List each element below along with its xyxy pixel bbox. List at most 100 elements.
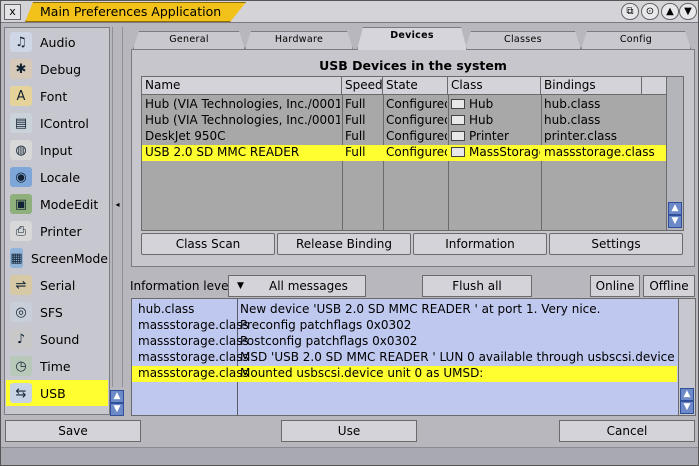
flush-messages-button[interactable]: Flush all messages (422, 275, 532, 313)
scroll-up-button[interactable]: ▲ (668, 202, 682, 215)
log-scroll-down-button[interactable]: ▼ (680, 401, 694, 414)
log-message: MSD 'USB 2.0 SD MMC READER ' LUN 0 avail… (240, 350, 676, 364)
sidebar-item-time[interactable]: ◷ Time (6, 353, 108, 379)
sidebar-scroll-up-button[interactable]: ▲ (110, 390, 124, 403)
col-header-class[interactable]: Class (448, 77, 541, 95)
tab-classes[interactable]: Classes (465, 31, 581, 49)
sidebar-item-screenmode[interactable]: ▦ ScreenMode (6, 245, 108, 271)
usb-icon: ⇆ (10, 383, 32, 403)
device-cell-class: Hub (448, 97, 540, 113)
settings-button[interactable]: Settings (549, 233, 683, 255)
log-scrollbar[interactable]: ▲ ▼ (678, 299, 695, 415)
log-row[interactable]: hub.class New device 'USB 2.0 SD MMC READ… (132, 302, 677, 318)
sidebar-item-serial[interactable]: ⇌ Serial (6, 272, 108, 298)
serial-icon: ⇌ (10, 275, 32, 295)
sidebar-item-input[interactable]: ◍ Input (6, 137, 108, 163)
device-cell-binding: hub.class (544, 97, 601, 111)
col-header-speed[interactable]: Speed (342, 77, 383, 95)
sidebar-item-locale[interactable]: ◉ Locale (6, 164, 108, 190)
device-row[interactable]: Hub (VIA Technologies, Inc./0001) Full Con… (142, 97, 667, 113)
release-binding-button[interactable]: Release Binding (277, 233, 411, 255)
sidebar-item-audio[interactable]: ♫ Audio (6, 29, 108, 55)
device-cell-name: DeskJet 950C (145, 129, 226, 143)
font-icon: A (10, 86, 32, 106)
monitor-icon: ▣ (10, 194, 32, 214)
information-level-select[interactable]: ▼ All messages (228, 275, 366, 297)
device-table-scrollbar[interactable]: ▲ ▼ (666, 77, 683, 230)
sidebar-item-modeedit[interactable]: ▣ ModeEdit (6, 191, 108, 217)
save-button[interactable]: Save (5, 420, 141, 442)
zoom-icon[interactable]: ▲ (661, 3, 679, 20)
sidebar-scroll-down-button[interactable]: ▼ (110, 403, 124, 416)
device-cell-class: MassStorage (448, 145, 540, 161)
offline-button[interactable]: Offline (643, 275, 695, 297)
device-cell-class: Hub (448, 113, 540, 129)
col-header-state[interactable]: State (383, 77, 448, 95)
depth-icon[interactable]: ▼ (679, 3, 697, 20)
tab-hardware[interactable]: Hardware (245, 31, 353, 49)
use-button[interactable]: Use (281, 420, 417, 442)
iconify-icon[interactable]: ⊙ (641, 3, 659, 20)
col-header-name[interactable]: Name (142, 77, 342, 95)
device-row[interactable]: USB 2.0 SD MMC READER Full Configured MassS… (142, 145, 667, 161)
audio-icon: ♫ (10, 32, 32, 52)
sidebar-item-label: IControl (40, 115, 89, 131)
sidebar-item-font[interactable]: A Font (6, 83, 108, 109)
printer-class-icon (451, 131, 465, 141)
col-header-bindings[interactable]: Bindings (541, 77, 642, 95)
online-button[interactable]: Online (590, 275, 640, 297)
device-cell-speed: Full (345, 97, 366, 111)
sidebar-item-sound[interactable]: ♪ Sound (6, 326, 108, 352)
device-cell-state: Configured (386, 129, 447, 143)
log-row[interactable]: massstorage.class Mounted usbscsi.device … (132, 366, 677, 382)
tab-general[interactable]: General (133, 31, 245, 49)
device-cell-binding: printer.class (544, 129, 618, 143)
scroll-down-button[interactable]: ▼ (668, 215, 682, 228)
sidebar-item-icontrol[interactable]: ▤ IControl (6, 110, 108, 136)
sidebar-item-printer[interactable]: ⎙ Printer (6, 218, 108, 244)
device-table[interactable]: Name Speed State Class Bindings Hub (VIA… (141, 76, 684, 231)
log-message: New device 'USB 2.0 SD MMC READER ' at p… (240, 302, 601, 316)
sidebar-item-debug[interactable]: ✱ Debug (6, 56, 108, 82)
cancel-button[interactable]: Cancel (559, 420, 695, 442)
log-row[interactable]: massstorage.class MSD 'USB 2.0 SD MMC REA… (132, 350, 677, 366)
log-message: Mounted usbscsi.device unit 0 as UMSD: (240, 366, 484, 380)
device-cell-speed: Full (345, 113, 366, 127)
device-cell-binding: hub.class (544, 113, 601, 127)
close-icon[interactable]: x (4, 4, 21, 20)
window-title: Main Preferences Application (25, 2, 246, 22)
information-button[interactable]: Information (413, 233, 547, 255)
sidebar-item-label: Audio (40, 34, 76, 50)
information-level-value: All messages (269, 279, 348, 293)
status-bar (1, 447, 698, 465)
device-class-label: MassStorage (469, 145, 540, 159)
chevron-down-icon: ▼ (237, 281, 244, 291)
device-cell-name: USB 2.0 SD MMC READER (145, 145, 300, 159)
tab-config[interactable]: Config (581, 31, 691, 49)
sidebar-item-label: Printer (40, 223, 82, 239)
log-scroll-up-button[interactable]: ▲ (680, 388, 694, 401)
log-source: massstorage.class (138, 366, 249, 380)
device-row[interactable]: Hub (VIA Technologies, Inc./0001) Full Con… (142, 113, 667, 129)
snapshot-icon[interactable]: ⧉ (621, 3, 639, 20)
log-source: massstorage.class (138, 350, 249, 364)
log-source: massstorage.class (138, 318, 249, 332)
sidebar-item-usb[interactable]: ⇆ USB (6, 380, 108, 406)
tab-devices[interactable]: Devices (357, 27, 467, 50)
log-message: Postconfig patchflags 0x0302 (240, 334, 418, 348)
device-row[interactable]: DeskJet 950C Full Configured Printer printer… (142, 129, 667, 145)
printer-icon: ⎙ (10, 221, 32, 241)
message-log[interactable]: hub.class New device 'USB 2.0 SD MMC READ… (131, 298, 696, 416)
log-row[interactable]: massstorage.class Postconfig patchflags 0… (132, 334, 677, 350)
tab-bar: General Hardware Classes Config Devices (127, 27, 695, 49)
sidebar-splitter[interactable]: ◂ (112, 27, 123, 387)
sidebar-item-label: Time (40, 358, 71, 374)
log-row[interactable]: massstorage.class Preconfig patchflags 0x… (132, 318, 677, 334)
title-bar[interactable]: x Main Preferences Application ⧉ ⊙ ▲ ▼ (1, 1, 698, 23)
sidebar-item-sfs[interactable]: ◎ SFS (6, 299, 108, 325)
device-table-header: Name Speed State Class Bindings (142, 77, 667, 95)
class-scan-button[interactable]: Class Scan (141, 233, 275, 255)
sidebar-item-label: ScreenMode (30, 250, 108, 266)
device-cell-state: Configured (386, 113, 447, 127)
log-source: massstorage.class (138, 334, 249, 348)
